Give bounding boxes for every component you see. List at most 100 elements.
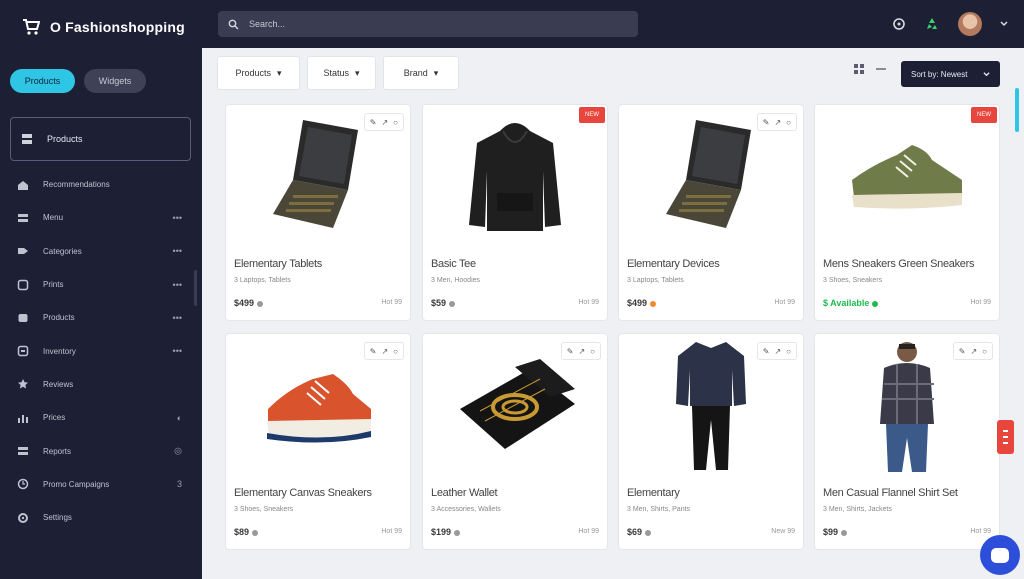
status-dot xyxy=(454,529,461,536)
card-actions: ✎ ↗ ○ xyxy=(363,342,404,360)
share-icon[interactable]: ↗ xyxy=(970,347,977,356)
status-dot xyxy=(841,529,848,536)
sidebar-item-label: Inventory xyxy=(43,346,76,356)
sidebar-nav: Recommendations Menu ••• Categories ••• Print… xyxy=(0,168,202,534)
notification-icon[interactable] xyxy=(892,17,906,31)
chevron-down-icon: ▾ xyxy=(277,67,282,78)
sidebar-item-label: Menu xyxy=(43,213,64,223)
share-icon[interactable]: ↗ xyxy=(578,347,585,356)
product-card[interactable]: ✎ ↗ ○ Elementary Canvas Sneakers 3 Shoes, Sn… xyxy=(225,333,411,550)
sidebar-item-label: Promo Campaigns xyxy=(43,479,110,489)
sidebar-item[interactable]: Prices ◐ xyxy=(0,401,202,434)
tab-products[interactable]: Products xyxy=(10,69,75,93)
chart-icon xyxy=(18,414,28,423)
layers-icon xyxy=(18,313,28,322)
product-price: $199 xyxy=(431,527,461,537)
edit-icon[interactable]: ✎ xyxy=(370,347,377,356)
status-dot xyxy=(257,300,264,307)
filter-status[interactable]: Status ▾ xyxy=(307,56,376,90)
tab-widgets[interactable]: Widgets xyxy=(84,69,146,93)
share-icon[interactable]: ↗ xyxy=(381,118,388,127)
more-icon[interactable]: ○ xyxy=(590,347,595,356)
product-title[interactable]: Elementary Tablets xyxy=(234,258,322,270)
sort-dropdown[interactable]: Sort by: Newest xyxy=(901,61,1000,87)
sidebar-item-indicator: ••• xyxy=(172,246,182,257)
edit-icon[interactable]: ✎ xyxy=(763,347,770,356)
chat-button[interactable] xyxy=(980,535,1020,575)
sidebar-item[interactable]: Menu ••• xyxy=(0,201,202,234)
brand[interactable]: O Fashionshopping xyxy=(22,18,185,36)
product-card[interactable]: ✎ ↗ ○ Leather Wallet 3 Accessories, Wallets $… xyxy=(422,333,608,550)
product-card[interactable]: ✎ ↗ ○ Elementary Devices 3 Laptops, Tablets $… xyxy=(618,104,804,321)
filter-label: Brand xyxy=(403,68,428,78)
share-icon[interactable]: ↗ xyxy=(774,118,781,127)
chevron-down-icon[interactable] xyxy=(1000,20,1008,28)
feedback-tab[interactable] xyxy=(997,420,1014,454)
sidebar-item-indicator: ••• xyxy=(172,212,182,223)
sidebar-item[interactable]: Reviews xyxy=(0,368,202,401)
avatar[interactable] xyxy=(958,12,982,36)
clock-icon xyxy=(17,479,29,490)
more-icon[interactable]: ○ xyxy=(393,118,398,127)
sort-label: Sort by: Newest xyxy=(911,69,968,79)
sidebar-scrollbar[interactable] xyxy=(194,270,197,306)
topbar-actions xyxy=(892,12,1008,36)
product-title[interactable]: Elementary Canvas Sneakers xyxy=(234,487,372,499)
filter-products[interactable]: Products ▾ xyxy=(217,56,300,90)
product-price: $69 xyxy=(627,527,652,537)
product-card[interactable]: NEW Basic Tee 3 Men, Hoodies $59 Hot 99 xyxy=(422,104,608,321)
sidebar-item[interactable]: Promo Campaigns 3 xyxy=(0,468,202,501)
product-title[interactable]: Basic Tee xyxy=(431,258,476,270)
house-icon xyxy=(18,180,28,190)
product-category: 3 Shoes, Sneakers xyxy=(234,506,294,513)
search-input[interactable]: Search... xyxy=(218,11,638,37)
sidebar-item[interactable]: Products ••• xyxy=(0,301,202,334)
product-category: 3 Men, Shirts, Jackets xyxy=(823,506,892,513)
product-image-sneaker-green[interactable] xyxy=(815,105,999,245)
grid-view-icon[interactable] xyxy=(853,63,865,75)
product-card[interactable]: NEW Mens Sneakers Green Sneakers 3 Shoes, … xyxy=(814,104,1000,321)
product-category: 3 Accessories, Wallets xyxy=(431,506,501,513)
product-title[interactable]: Mens Sneakers Green Sneakers xyxy=(823,258,974,270)
star-icon xyxy=(18,379,28,389)
more-icon[interactable]: ○ xyxy=(982,347,987,356)
product-card[interactable]: ✎ ↗ ○ Elementary Tablets 3 Laptops, Tablets $… xyxy=(225,104,411,321)
search-icon xyxy=(228,19,239,29)
sidebar-item[interactable]: Categories ••• xyxy=(0,235,202,268)
chevron-down-icon xyxy=(983,71,990,76)
sidebar-item-indicator: 3 xyxy=(176,479,182,490)
edit-icon[interactable]: ✎ xyxy=(763,118,770,127)
sidebar-item[interactable]: Settings xyxy=(0,501,202,534)
product-category: 3 Men, Hoodies xyxy=(431,277,481,284)
card-actions: ✎ ↗ ○ xyxy=(560,342,601,360)
product-title[interactable]: Elementary Devices xyxy=(627,258,720,270)
edit-icon[interactable]: ✎ xyxy=(370,118,377,127)
sidebar-item[interactable]: Reports ◎ xyxy=(0,434,202,467)
product-title[interactable]: Leather Wallet xyxy=(431,487,498,499)
share-icon[interactable]: ↗ xyxy=(774,347,781,356)
product-title[interactable]: Elementary xyxy=(627,487,680,499)
recycle-icon[interactable] xyxy=(924,16,940,32)
edit-icon[interactable]: ✎ xyxy=(567,347,574,356)
view-toggle xyxy=(853,63,887,75)
edit-icon[interactable]: ✎ xyxy=(959,347,966,356)
sidebar-item[interactable]: Prints ••• xyxy=(0,268,202,301)
sidebar-item-label: Products xyxy=(43,313,75,323)
sidebar-item[interactable]: Inventory ••• xyxy=(0,334,202,367)
sidebar-item[interactable]: Recommendations xyxy=(0,168,202,201)
more-icon[interactable]: ○ xyxy=(786,347,791,356)
page-scrollbar[interactable] xyxy=(1015,88,1019,132)
sidebar-active-item[interactable]: Products xyxy=(10,117,191,161)
card-actions: ✎ ↗ ○ xyxy=(363,113,404,131)
more-icon[interactable]: ○ xyxy=(393,347,398,356)
product-title[interactable]: Men Casual Flannel Shirt Set xyxy=(823,487,958,499)
filter-brand[interactable]: Brand ▾ xyxy=(383,56,459,90)
product-card[interactable]: ✎ ↗ ○ Men Casual Flannel Shirt Set 3 Men, Sh… xyxy=(814,333,1000,550)
more-icon[interactable]: ○ xyxy=(786,118,791,127)
product-image-hoodie[interactable] xyxy=(423,105,607,245)
product-meta: Hot 99 xyxy=(381,299,402,306)
share-icon[interactable]: ↗ xyxy=(381,347,388,356)
product-card[interactable]: ✎ ↗ ○ Elementary 3 Men, Shirts, Pants $69 New … xyxy=(618,333,804,550)
list-view-icon[interactable] xyxy=(875,63,887,75)
tag-icon xyxy=(18,248,28,255)
